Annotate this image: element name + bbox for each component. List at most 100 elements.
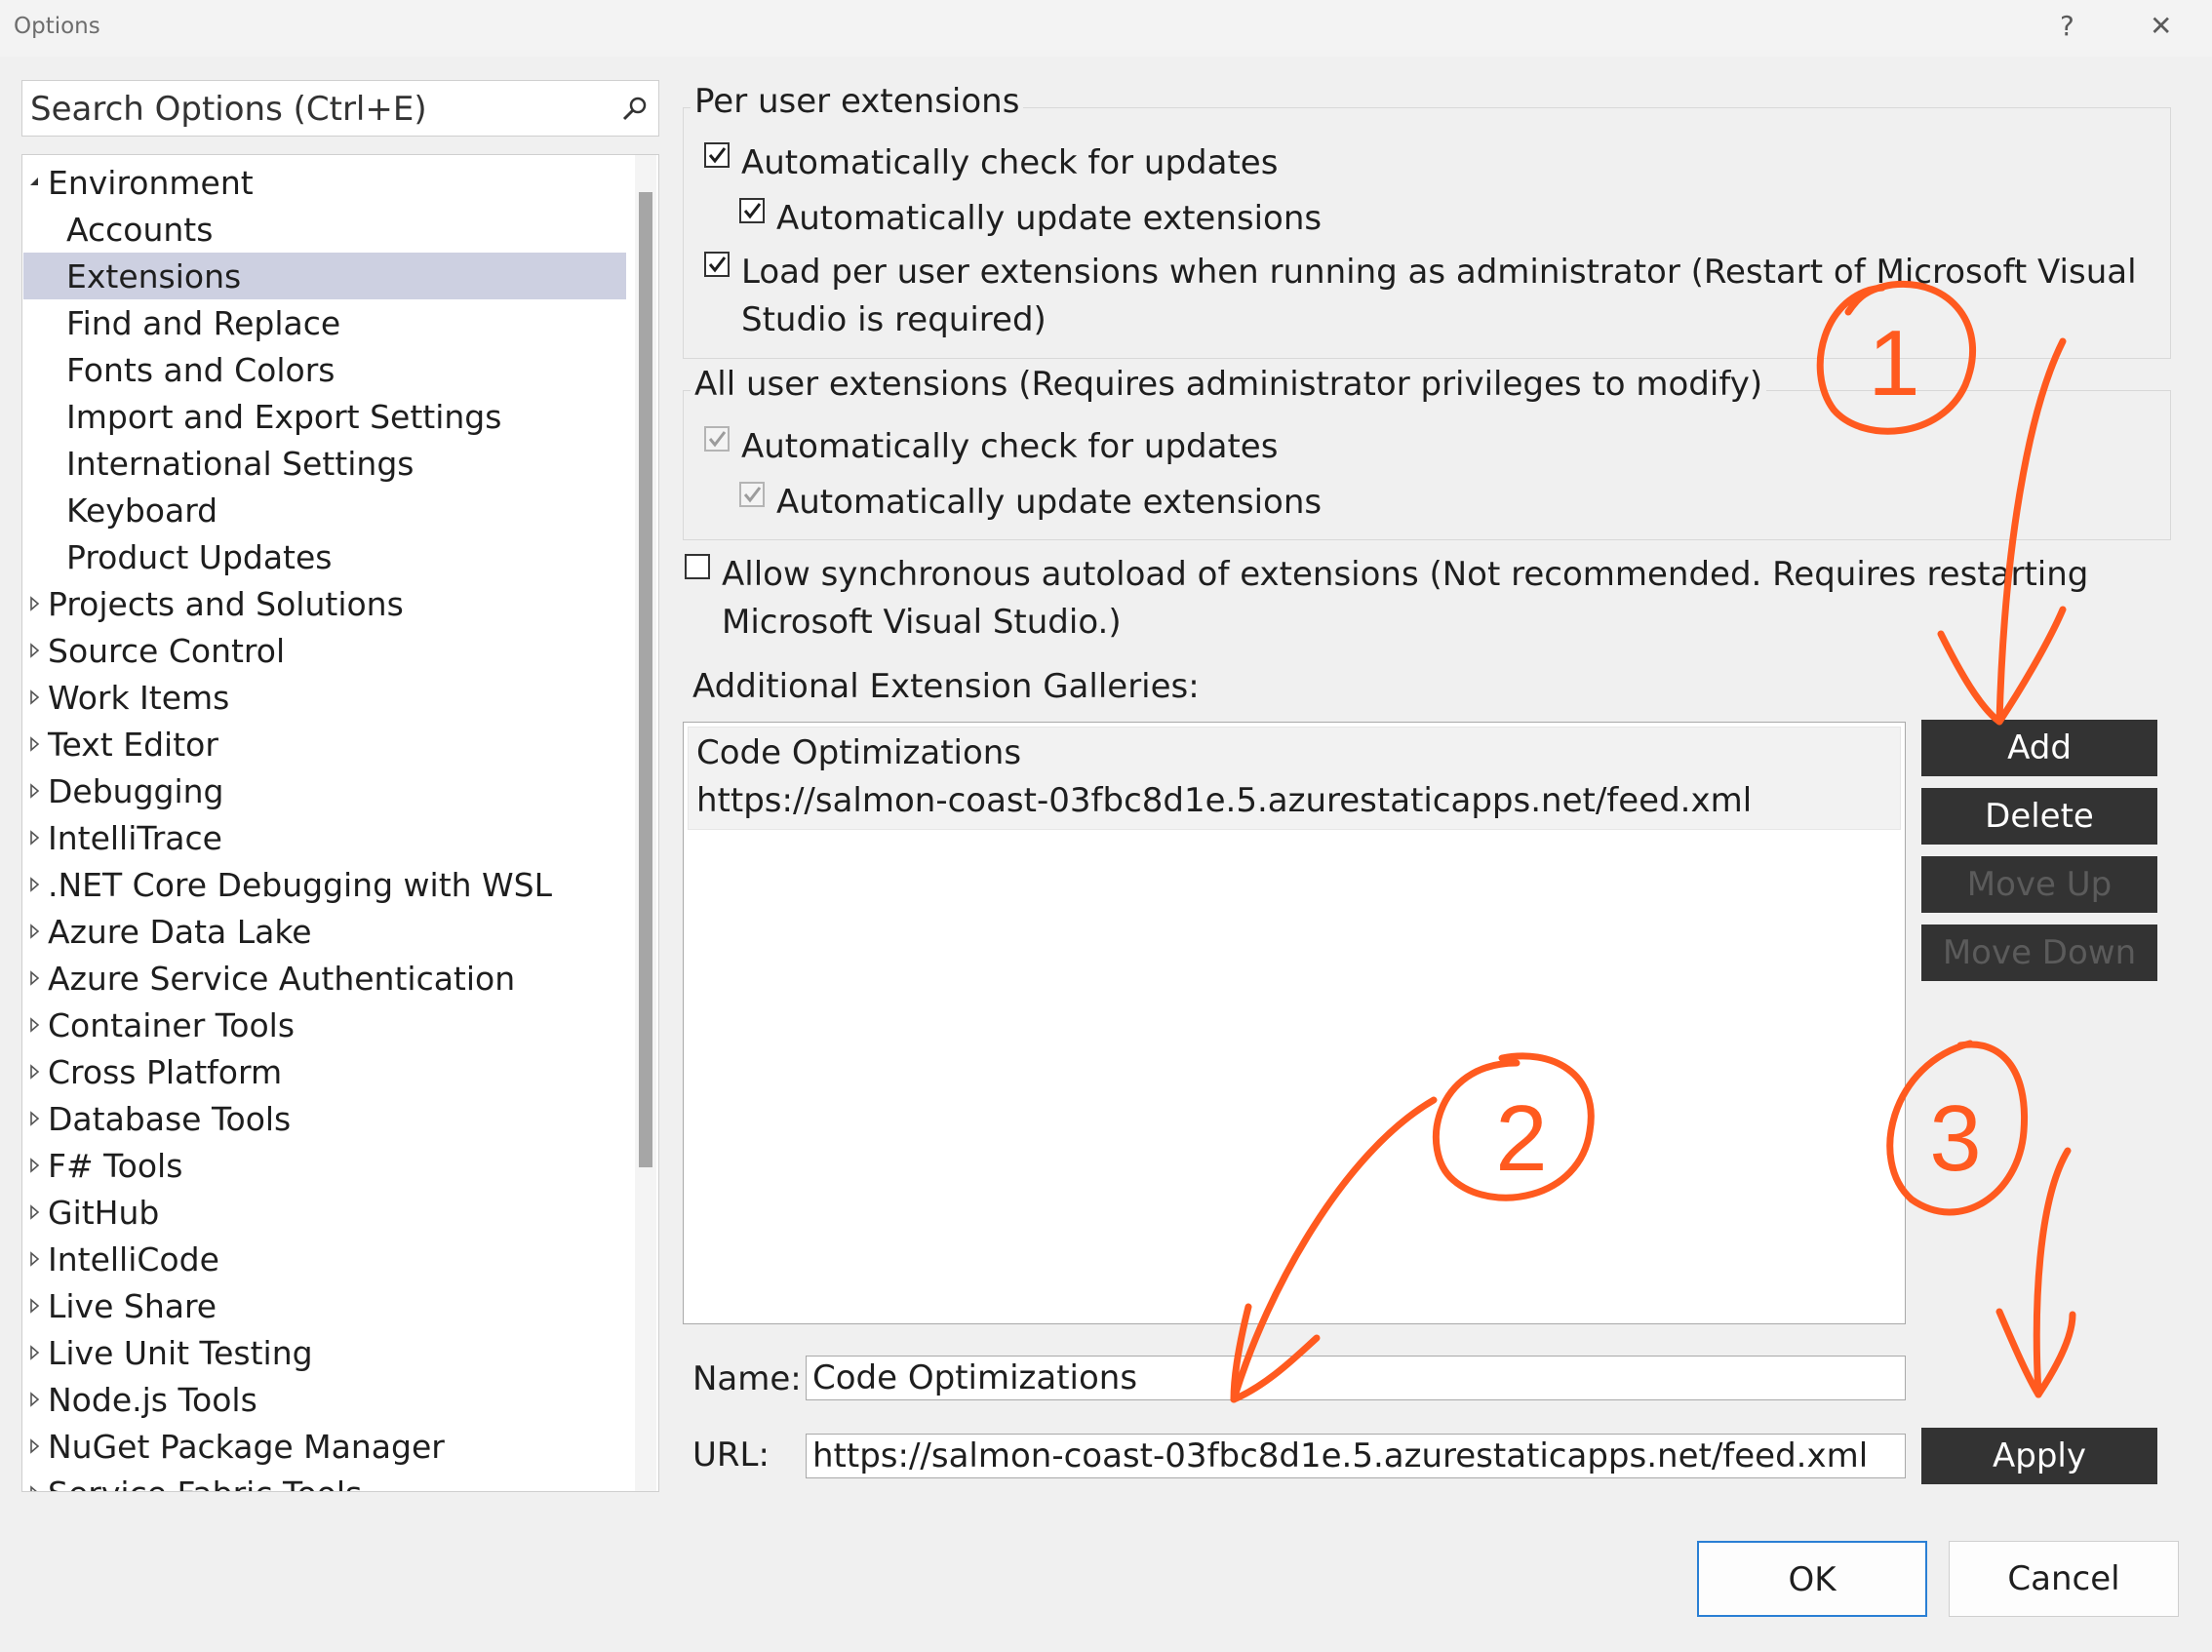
annotation-circle-3: [1886, 1040, 2029, 1216]
collapsed-arrow-icon[interactable]: [28, 829, 42, 846]
sync-autoload-checkbox[interactable]: [685, 554, 710, 579]
tree-item-label: Accounts: [66, 211, 214, 249]
tree-item-net-core-debugging-with-wsl[interactable]: .NET Core Debugging with WSL: [23, 861, 626, 908]
cancel-button[interactable]: Cancel: [1949, 1541, 2179, 1617]
tree-item-debugging[interactable]: Debugging: [23, 767, 626, 814]
tree-item-github[interactable]: GitHub: [23, 1189, 626, 1236]
tree-item-extensions[interactable]: Extensions: [23, 253, 626, 299]
tree-item-label: Work Items: [48, 679, 230, 717]
collapsed-arrow-icon[interactable]: [28, 595, 42, 612]
all-user-title: All user extensions (Requires administra…: [691, 365, 1767, 404]
tree-item-intellitrace[interactable]: IntelliTrace: [23, 814, 626, 861]
per-user-auto-update-checkbox[interactable]: [739, 198, 765, 223]
collapsed-arrow-icon[interactable]: [28, 1157, 42, 1174]
collapsed-arrow-icon[interactable]: [28, 1297, 42, 1315]
checkmark-icon: [743, 487, 762, 503]
all-user-auto-check-label: Automatically check for updates: [741, 427, 1279, 466]
collapsed-arrow-icon[interactable]: [28, 969, 42, 987]
tree-item-label: Extensions: [66, 257, 242, 295]
galleries-list[interactable]: Code Optimizations https://salmon-coast-…: [683, 722, 1906, 1324]
per-user-auto-update-label: Automatically update extensions: [776, 199, 1323, 238]
collapsed-arrow-icon[interactable]: [28, 1391, 42, 1408]
tree-item-live-share[interactable]: Live Share: [23, 1282, 626, 1329]
collapsed-arrow-icon[interactable]: [28, 688, 42, 706]
apply-button[interactable]: Apply: [1921, 1428, 2157, 1484]
tree-item-keyboard[interactable]: Keyboard: [23, 487, 626, 533]
tree-item-label: Text Editor: [48, 726, 218, 764]
collapsed-arrow-icon[interactable]: [28, 1203, 42, 1221]
url-field[interactable]: https://salmon-coast-03fbc8d1e.5.azurest…: [806, 1434, 1906, 1478]
tree-item-node-js-tools[interactable]: Node.js Tools: [23, 1376, 626, 1423]
tree-scrollbar-thumb[interactable]: [639, 192, 652, 1167]
sync-autoload-label-line1: Allow synchronous autoload of extensions…: [722, 555, 2089, 594]
tree-item-label: International Settings: [66, 445, 415, 483]
tree-item-cross-platform[interactable]: Cross Platform: [23, 1048, 626, 1095]
tree-item-label: Cross Platform: [48, 1053, 283, 1091]
tree-item-azure-data-lake[interactable]: Azure Data Lake: [23, 908, 626, 955]
ok-button[interactable]: OK: [1697, 1541, 1927, 1617]
checkmark-icon: [708, 256, 727, 273]
collapsed-arrow-icon[interactable]: [28, 1344, 42, 1361]
gallery-list-item[interactable]: Code Optimizations https://salmon-coast-…: [688, 727, 1901, 830]
move-down-button[interactable]: Move Down: [1921, 924, 2157, 981]
help-button[interactable]: ?: [2060, 10, 2074, 42]
tree-item-intellicode[interactable]: IntelliCode: [23, 1236, 626, 1282]
move-up-button[interactable]: Move Up: [1921, 856, 2157, 913]
collapsed-arrow-icon[interactable]: [28, 1250, 42, 1268]
options-dialog: Options ? ✕ Search Options (Ctrl+E) Envi…: [0, 0, 2212, 1652]
tree-scrollbar[interactable]: [635, 155, 656, 1491]
collapsed-arrow-icon[interactable]: [28, 923, 42, 940]
close-button[interactable]: ✕: [2150, 10, 2172, 42]
tree-item-international-settings[interactable]: International Settings: [23, 440, 626, 487]
tree-item-live-unit-testing[interactable]: Live Unit Testing: [23, 1329, 626, 1376]
tree-item-accounts[interactable]: Accounts: [23, 206, 626, 253]
collapsed-arrow-icon[interactable]: [28, 1016, 42, 1034]
tree-item-import-and-export-settings[interactable]: Import and Export Settings: [23, 393, 626, 440]
checkmark-icon: [708, 147, 727, 164]
all-user-auto-update-checkbox[interactable]: [739, 482, 765, 507]
url-label: URL:: [692, 1436, 770, 1475]
tree-item-azure-service-authentication[interactable]: Azure Service Authentication: [23, 955, 626, 1002]
collapsed-arrow-icon[interactable]: [28, 876, 42, 893]
galleries-title: Additional Extension Galleries:: [692, 667, 1200, 706]
tree-item-nuget-package-manager[interactable]: NuGet Package Manager: [23, 1423, 626, 1470]
options-tree[interactable]: Environment Accounts Extensions Find and Re…: [21, 154, 659, 1492]
tree-item-f-tools[interactable]: F# Tools: [23, 1142, 626, 1189]
name-field[interactable]: Code Optimizations: [806, 1356, 1906, 1400]
tree-item-database-tools[interactable]: Database Tools: [23, 1095, 626, 1142]
per-user-auto-check-checkbox[interactable]: [704, 142, 730, 168]
tree-item-source-control[interactable]: Source Control: [23, 627, 626, 674]
tree-item-environment[interactable]: Environment: [23, 159, 626, 206]
per-user-auto-check-label: Automatically check for updates: [741, 143, 1279, 182]
checkmark-icon: [743, 203, 762, 219]
all-user-auto-check-checkbox[interactable]: [704, 426, 730, 452]
search-icon: [622, 97, 647, 121]
tree-item-container-tools[interactable]: Container Tools: [23, 1002, 626, 1048]
tree-item-label: Azure Service Authentication: [48, 960, 516, 998]
add-button[interactable]: Add: [1921, 720, 2157, 776]
tree-item-label: NuGet Package Manager: [48, 1428, 445, 1466]
collapsed-arrow-icon[interactable]: [28, 1484, 42, 1492]
tree-item-find-and-replace[interactable]: Find and Replace: [23, 299, 626, 346]
collapsed-arrow-icon[interactable]: [28, 735, 42, 753]
annotation-arrowhead-3: [1995, 1308, 2076, 1398]
expanded-arrow-icon[interactable]: [28, 174, 42, 191]
tree-item-projects-and-solutions[interactable]: Projects and Solutions: [23, 580, 626, 627]
tree-item-fonts-and-colors[interactable]: Fonts and Colors: [23, 346, 626, 393]
search-input[interactable]: Search Options (Ctrl+E): [21, 80, 659, 137]
tree-item-work-items[interactable]: Work Items: [23, 674, 626, 721]
tree-item-product-updates[interactable]: Product Updates: [23, 533, 626, 580]
collapsed-arrow-icon[interactable]: [28, 642, 42, 659]
load-admin-checkbox[interactable]: [704, 252, 730, 277]
tree-item-service-fabric-tools[interactable]: Service Fabric Tools: [23, 1470, 626, 1492]
collapsed-arrow-icon[interactable]: [28, 1437, 42, 1455]
load-admin-label-line1: Load per user extensions when running as…: [741, 253, 2137, 292]
tree-item-label: Service Fabric Tools: [48, 1475, 362, 1491]
tree-item-label: Projects and Solutions: [48, 585, 404, 623]
tree-item-label: Debugging: [48, 772, 224, 810]
collapsed-arrow-icon[interactable]: [28, 1110, 42, 1127]
collapsed-arrow-icon[interactable]: [28, 1063, 42, 1081]
tree-item-text-editor[interactable]: Text Editor: [23, 721, 626, 767]
delete-button[interactable]: Delete: [1921, 788, 2157, 845]
collapsed-arrow-icon[interactable]: [28, 782, 42, 800]
